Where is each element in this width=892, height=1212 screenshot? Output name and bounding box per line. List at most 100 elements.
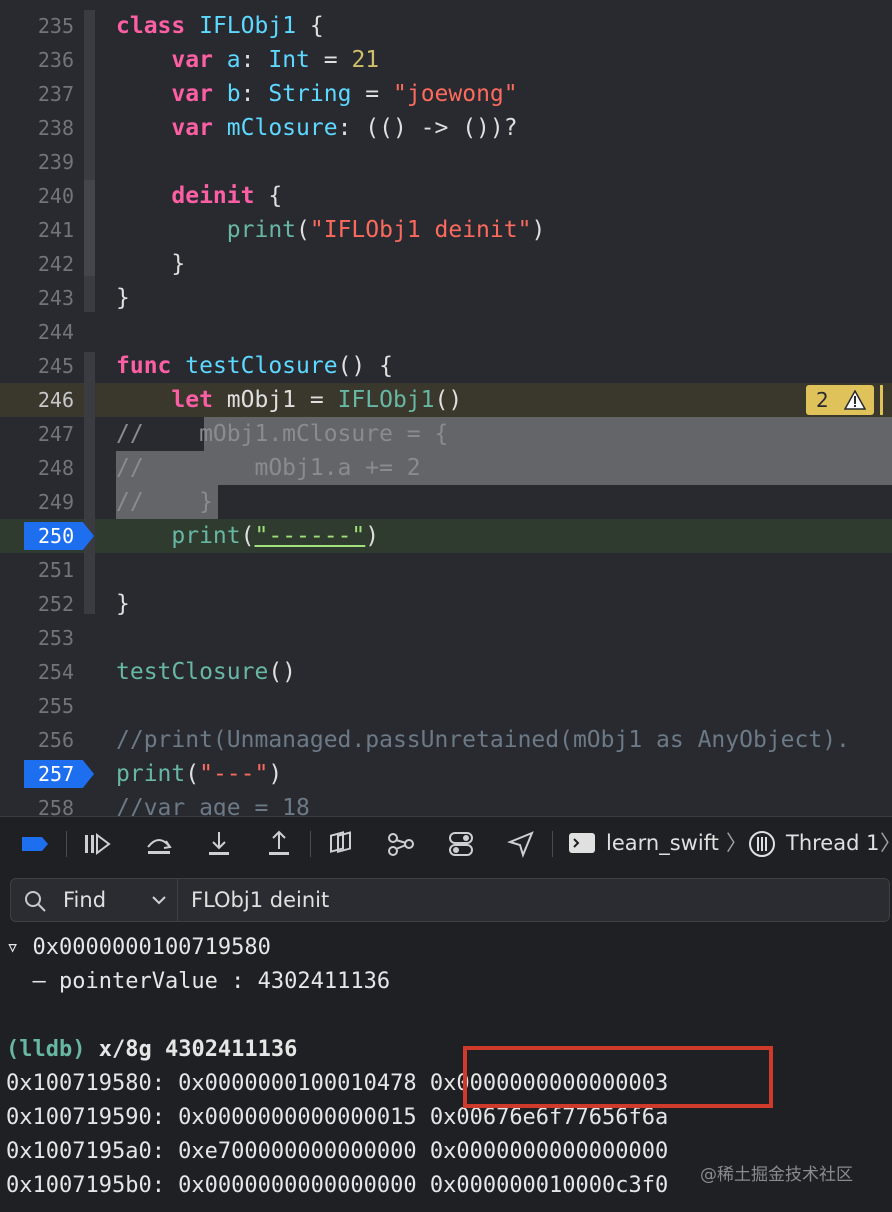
code-text: var a: Int = 21: [116, 43, 379, 77]
step-out-icon[interactable]: [264, 829, 294, 859]
line-number[interactable]: 236: [0, 43, 74, 77]
memory-graph-icon[interactable]: [386, 829, 416, 859]
code-line[interactable]: 245 func testClosure() {: [0, 349, 892, 383]
code-text: var b: String = "joewong": [116, 77, 518, 111]
code-token: print: [226, 217, 297, 243]
line-number[interactable]: 248: [0, 451, 74, 485]
code-line[interactable]: 252}: [0, 587, 892, 621]
line-number[interactable]: 249: [0, 485, 74, 519]
code-line[interactable]: 238 var mClosure: (() -> ())?: [0, 111, 892, 145]
find-mode-label[interactable]: Find: [63, 879, 106, 921]
line-number[interactable]: 243: [0, 281, 74, 315]
environment-overrides-icon[interactable]: [446, 829, 476, 859]
code-line[interactable]: 258 //var age = 18: [0, 791, 892, 816]
line-number[interactable]: 238: [0, 111, 74, 145]
line-number[interactable]: 247: [0, 417, 74, 451]
code-token: "------": [254, 523, 366, 549]
code-editor[interactable]: 235 class IFLObj1 {236 var a: Int = 21 237…: [0, 0, 892, 816]
line-number[interactable]: 240: [0, 179, 74, 213]
code-line[interactable]: 235 class IFLObj1 {: [0, 9, 892, 43]
code-line[interactable]: 242 }: [0, 247, 892, 281]
code-line[interactable]: 248 // mObj1.a += 2: [0, 451, 892, 485]
code-token: : (() -> ())?: [337, 115, 518, 141]
thread-icon: [749, 831, 775, 857]
code-line[interactable]: 250 print("------"): [0, 519, 892, 553]
find-field[interactable]: Find FLObj1 deinit: [10, 878, 890, 922]
code-token: b: [226, 81, 241, 107]
search-input[interactable]: FLObj1 deinit: [191, 879, 329, 921]
code-text: print("---"): [116, 757, 282, 791]
code-line[interactable]: 237 var b: String = "joewong": [0, 77, 892, 111]
line-number[interactable]: 256: [0, 723, 74, 757]
line-number[interactable]: 251: [0, 553, 74, 587]
warning-badge-box[interactable]: 2: [806, 385, 874, 415]
line-number[interactable]: 242: [0, 247, 74, 281]
line-number[interactable]: 254: [0, 655, 74, 689]
line-number[interactable]: 253: [0, 621, 74, 655]
location-icon[interactable]: [506, 829, 536, 859]
line-number[interactable]: 245: [0, 349, 74, 383]
breakpoint-marker[interactable]: 257: [24, 760, 94, 788]
code-token: class: [116, 13, 186, 39]
code-token: var: [171, 115, 213, 141]
code-line[interactable]: 240 deinit {: [0, 179, 892, 213]
warning-badge[interactable]: 2: [0, 383, 892, 417]
line-number[interactable]: 255: [0, 689, 74, 723]
code-token: mClosure: [226, 115, 338, 141]
code-line[interactable]: 251: [0, 553, 892, 587]
code-token: (: [185, 761, 200, 787]
line-number[interactable]: 244: [0, 315, 74, 349]
step-over-icon[interactable]: [144, 829, 174, 859]
line-number[interactable]: 258: [0, 791, 74, 816]
console-line: ▿ 0x0000000100719580: [6, 935, 271, 960]
find-bar: Find FLObj1 deinit: [0, 870, 892, 930]
code-token: {: [296, 13, 324, 39]
code-token: IFLObj1: [199, 13, 297, 39]
code-token: "---": [199, 761, 269, 787]
code-line[interactable]: 236 var a: Int = 21: [0, 43, 892, 77]
code-line[interactable]: 255: [0, 689, 892, 723]
code-text: var mClosure: (() -> ())?: [116, 111, 518, 145]
code-token: // mObj1.a += 2: [116, 455, 421, 481]
divider: [310, 831, 311, 857]
step-into-icon[interactable]: [204, 829, 234, 859]
code-line[interactable]: 247 // mObj1.mClosure = {: [0, 417, 892, 451]
line-number[interactable]: 239: [0, 145, 74, 179]
line-number[interactable]: 235: [0, 9, 74, 43]
thread-name[interactable]: Thread 1: [786, 817, 879, 869]
continue-icon[interactable]: [82, 829, 112, 859]
chevron-down-icon[interactable]: [151, 893, 167, 907]
line-number[interactable]: 241: [0, 213, 74, 247]
line-number[interactable]: 252: [0, 587, 74, 621]
view-hierarchy-icon[interactable]: [326, 829, 356, 859]
code-token: a: [226, 47, 241, 73]
code-token: () {: [337, 353, 393, 379]
code-text: //var age = 18: [116, 791, 310, 816]
code-line[interactable]: 243}: [0, 281, 892, 315]
chevron-right-icon: 〉: [726, 831, 747, 855]
code-line[interactable]: 239: [0, 145, 892, 179]
code-line[interactable]: 249 // }: [0, 485, 892, 519]
code-line[interactable]: 244: [0, 315, 892, 349]
code-token: "joewong": [393, 81, 518, 107]
console-line: (lldb) x/8g 4302411136: [6, 1033, 297, 1067]
breakpoint-toggle-icon[interactable]: [20, 829, 50, 859]
lldb-prompt: (lldb): [6, 1037, 86, 1062]
scheme-name[interactable]: learn_swift: [606, 817, 719, 869]
code-line[interactable]: 254 testClosure(): [0, 655, 892, 689]
code-line[interactable]: 256 //print(Unmanaged.passUnretained(mObj…: [0, 723, 892, 757]
code-token: testClosure: [185, 353, 338, 379]
code-line[interactable]: 241 print("IFLObj1 deinit"): [0, 213, 892, 247]
code-line[interactable]: 257 print("---"): [0, 757, 892, 791]
code-text: }: [116, 587, 130, 621]
breakpoint-marker[interactable]: 250: [24, 522, 94, 550]
code-token: (: [296, 217, 310, 243]
line-number[interactable]: 237: [0, 77, 74, 111]
highlight-box: [463, 1046, 773, 1108]
code-line[interactable]: 253: [0, 621, 892, 655]
divider: [66, 831, 67, 857]
